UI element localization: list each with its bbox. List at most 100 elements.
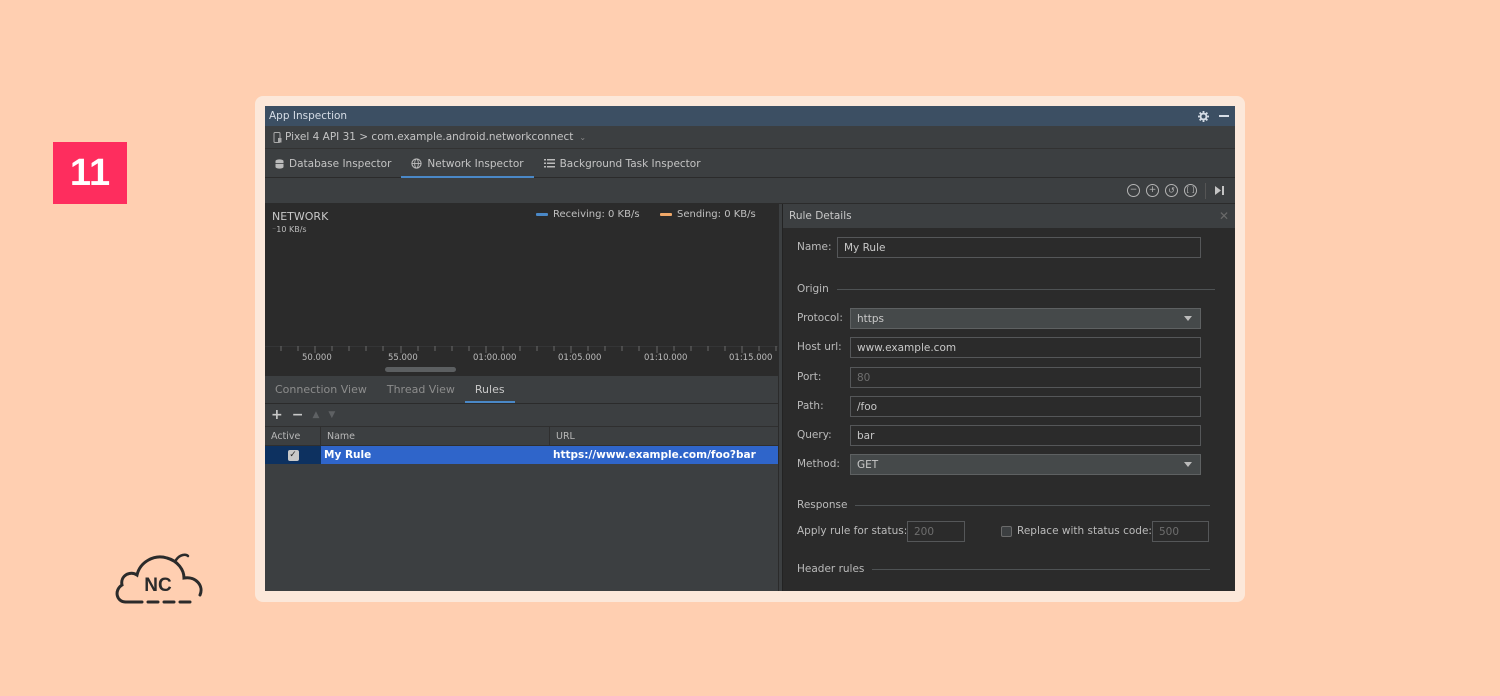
method-dropdown[interactable]: GET [850, 454, 1201, 475]
rule-url-cell: https://www.example.com/foo?bar [553, 449, 756, 461]
title-bar: App Inspection [265, 106, 1235, 126]
receiving-swatch [536, 213, 548, 216]
timeline-scrollbar[interactable] [385, 367, 456, 372]
rules-table: Active Name URL ✓ My Rule https://www.ex… [265, 426, 778, 591]
go-live-icon[interactable] [1214, 185, 1225, 196]
method-label: Method: [797, 458, 840, 470]
chart-title: NETWORK [272, 210, 329, 223]
tab-label: Database Inspector [289, 157, 392, 170]
tick-label: 01:10.000 [644, 353, 688, 363]
chart-scale-label: ⁻10 KB/s [272, 225, 307, 234]
axis-ticks [265, 346, 778, 353]
rule-details-title: Rule Details [789, 210, 852, 222]
device-icon [273, 131, 282, 143]
tab-connection-view[interactable]: Connection View [265, 376, 377, 403]
move-up-icon[interactable]: ▲ [312, 410, 319, 420]
database-icon [275, 158, 284, 169]
table-row[interactable]: ✓ My Rule https://www.example.com/foo?ba… [265, 446, 778, 464]
remove-rule-button[interactable]: − [292, 407, 304, 423]
rule-details-panel: Rule Details ✕ Name: My Rule Origin Prot… [783, 204, 1235, 591]
column-header-active[interactable]: Active [265, 427, 321, 445]
replace-status-field[interactable]: 500 [1152, 521, 1209, 542]
section-divider [836, 288, 1215, 290]
step-number-badge: 11 [53, 142, 127, 204]
tick-label: 55.000 [388, 353, 418, 363]
rule-active-checkbox[interactable]: ✓ [287, 449, 299, 461]
section-divider [855, 504, 1211, 506]
nc-cloud-logo: NC [115, 553, 203, 604]
tab-network-inspector[interactable]: Network Inspector [401, 149, 534, 178]
zoom-to-selection-icon[interactable]: [ ] [1184, 184, 1197, 197]
protocol-value: https [857, 312, 885, 325]
dropdown-arrow-icon [1184, 316, 1192, 321]
tab-database-inspector[interactable]: Database Inspector [265, 149, 401, 178]
device-path: Pixel 4 API 31 > com.example.android.net… [285, 131, 574, 143]
tick-label: 01:05.000 [558, 353, 602, 363]
path-label: Path: [797, 400, 824, 412]
tick-label: 50.000 [302, 353, 332, 363]
origin-section: Origin [797, 283, 1215, 295]
table-header: Active Name URL [265, 426, 778, 446]
legend-sending: Sending: 0 KB/s [660, 209, 756, 220]
device-selector[interactable]: Pixel 4 API 31 > com.example.android.net… [265, 126, 1235, 148]
host-url-label: Host url: [797, 341, 842, 353]
name-field[interactable]: My Rule [837, 237, 1201, 258]
app-inspection-window: App Inspection Pixel 4 API 31 > com.exam… [265, 106, 1235, 591]
name-label: Name: [797, 241, 832, 253]
protocol-dropdown[interactable]: https [850, 308, 1201, 329]
minimize-icon[interactable] [1219, 115, 1229, 117]
inspector-tabs: Database Inspector Network Inspector Bac… [265, 148, 1235, 178]
replace-status-checkbox[interactable] [1001, 526, 1012, 537]
tab-label: Network Inspector [427, 157, 524, 170]
zoom-in-icon[interactable]: + [1146, 184, 1159, 197]
tick-label: 01:15.000 [729, 353, 773, 363]
legend-receiving: Receiving: 0 KB/s [536, 209, 640, 220]
header-rules-label: Header rules [797, 563, 865, 575]
response-label: Response [797, 499, 848, 511]
gear-icon[interactable] [1198, 110, 1209, 122]
response-section: Response [797, 499, 1211, 511]
tab-background-task-inspector[interactable]: Background Task Inspector [534, 149, 711, 178]
apply-rule-label: Apply rule for status: [797, 525, 908, 537]
time-axis: 50.000 55.000 01:00.000 01:05.000 01:10.… [265, 346, 778, 372]
tab-thread-view[interactable]: Thread View [377, 376, 465, 403]
globe-icon [411, 158, 423, 169]
rule-details-header: Rule Details ✕ [783, 204, 1235, 228]
tab-label: Background Task Inspector [559, 157, 701, 170]
header-rules-section: Header rules [797, 563, 1211, 575]
query-field[interactable]: bar [850, 425, 1201, 446]
column-header-name[interactable]: Name [321, 427, 550, 445]
add-rule-button[interactable]: + [271, 407, 283, 423]
network-chart[interactable]: NETWORK ⁻10 KB/s Receiving: 0 KB/s Sendi… [265, 204, 778, 372]
reset-zoom-icon[interactable]: ↺ [1165, 184, 1178, 197]
logo-text: NC [144, 575, 172, 596]
section-divider [872, 568, 1211, 570]
active-cell: ✓ [265, 446, 321, 464]
legend-label: Receiving: 0 KB/s [553, 209, 640, 220]
apply-status-field[interactable]: 200 [907, 521, 965, 542]
chevron-down-icon: ⌄ [579, 132, 587, 142]
host-url-field[interactable]: www.example.com [850, 337, 1201, 358]
column-header-url[interactable]: URL [550, 427, 778, 445]
sending-swatch [660, 213, 672, 216]
tab-rules[interactable]: Rules [464, 376, 515, 403]
zoom-out-icon[interactable]: − [1127, 184, 1140, 197]
legend-label: Sending: 0 KB/s [677, 209, 756, 220]
port-label: Port: [797, 371, 822, 383]
rule-name-cell: My Rule [324, 449, 372, 461]
move-down-icon[interactable]: ▼ [328, 410, 335, 420]
query-label: Query: [797, 429, 832, 441]
toolbar-separator [1205, 182, 1206, 199]
timeline-toolbar: − + ↺ [ ] [265, 178, 1235, 204]
path-field[interactable]: /foo [850, 396, 1201, 417]
port-field[interactable]: 80 [850, 367, 1201, 388]
close-icon[interactable]: ✕ [1219, 209, 1229, 223]
window-title: App Inspection [269, 110, 348, 122]
origin-label: Origin [797, 283, 829, 295]
replace-status-label: Replace with status code: [1017, 525, 1152, 537]
dropdown-arrow-icon [1184, 462, 1192, 467]
method-value: GET [857, 458, 879, 471]
tick-label: 01:00.000 [473, 353, 517, 363]
list-icon [543, 159, 555, 168]
rules-toolbar: + − ▲ ▼ [265, 404, 778, 426]
